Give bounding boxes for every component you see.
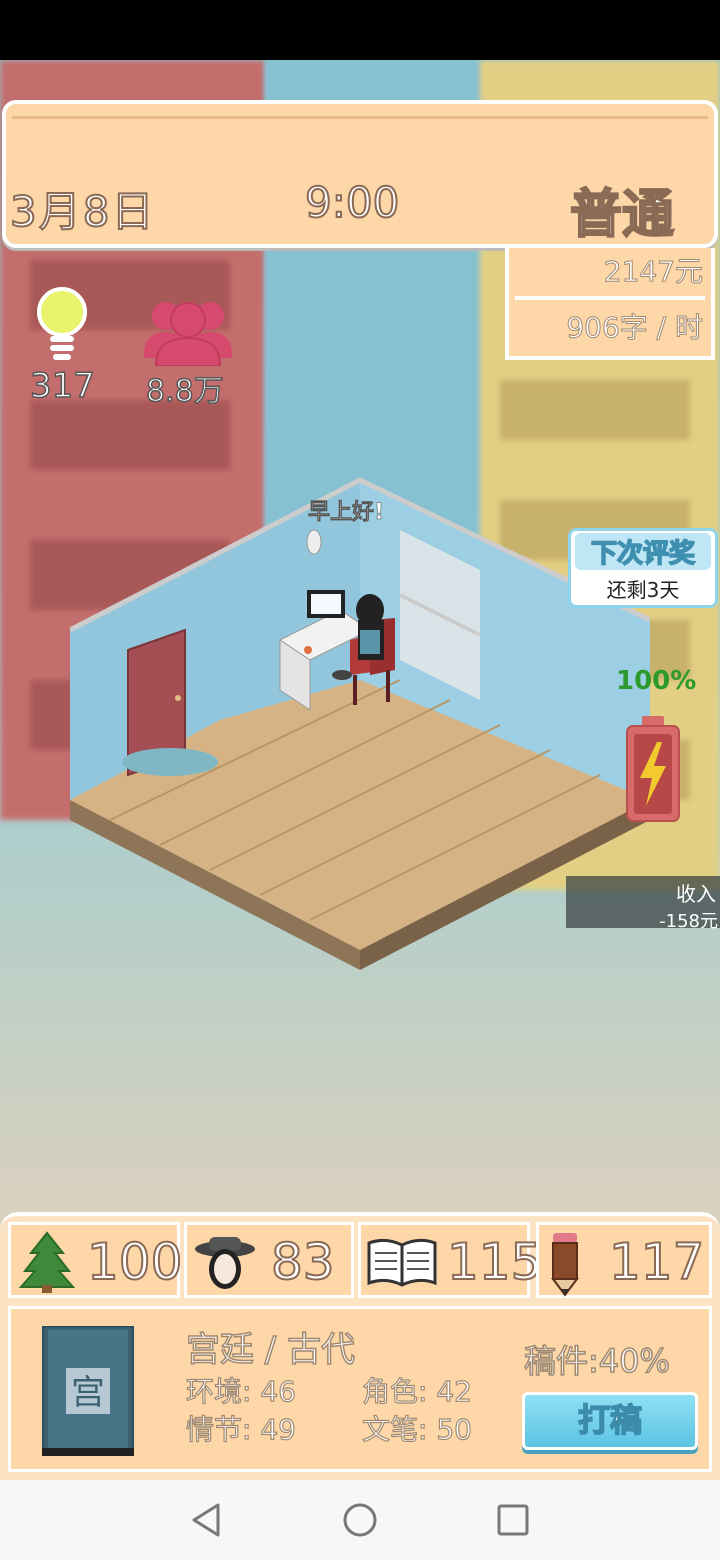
battery-icon [626,716,680,822]
stat-writing-value: 117 [608,1232,705,1292]
tree-icon [18,1231,76,1293]
income-value: -158元 [659,911,718,932]
fans-value: 8.8万 [145,373,224,410]
home-icon[interactable] [342,1502,378,1538]
status-bar [0,0,720,60]
income-panel: 收入 -158元 [566,876,720,932]
stat-character: 83 [184,1222,354,1298]
stat-character-value: 83 [270,1232,336,1292]
date-label: 3月8日 [9,186,156,237]
time-label: 9:00 [304,177,400,228]
income-label: 收入 [676,882,716,906]
recents-icon[interactable] [496,1503,530,1537]
writing-speed-label: 906字 / 时 [566,311,704,345]
ideas-value: 317 [29,365,95,407]
stat-plot: 115 [358,1222,543,1298]
book-open-icon [367,1238,437,1287]
character-icon [195,1237,255,1289]
fans-icon [144,302,232,366]
book-cover-glyph: 宫 [71,1373,105,1413]
pencil-icon [551,1233,579,1297]
system-nav-bar [0,1480,720,1560]
stat-environment: 100 [8,1222,183,1298]
isometric-room[interactable] [70,470,650,970]
novel-style: 文笔: 50 [361,1412,472,1446]
draft-button[interactable]: 打稿 [522,1392,698,1450]
next-award-panel[interactable]: 下次评奖 还剩3天 [568,528,718,608]
novel-character: 角色: 42 [361,1374,472,1408]
manuscript-progress: 稿件:40% [523,1341,670,1381]
stat-writing: 117 [536,1222,712,1298]
money-label: 2147元 [603,255,703,289]
stat-environment-value: 100 [86,1232,183,1292]
lightbulb-icon [37,287,87,360]
finance-panel: 2147元 906字 / 时 [505,248,715,360]
novel-genre: 宫廷 / 古代 [185,1329,356,1371]
greeting-bubble: 早上好! [308,500,385,526]
award-title: 下次评奖 [575,533,711,570]
difficulty-label: 普通 [569,184,675,246]
award-remaining: 还剩3天 [606,578,680,602]
novel-environment: 环境: 46 [185,1374,296,1408]
novel-plot: 情节: 49 [185,1412,296,1446]
energy-percent: 100% [616,666,697,696]
book-cover-icon[interactable]: 宫 [42,1326,134,1456]
stat-plot-value: 115 [446,1232,543,1292]
back-icon[interactable] [190,1502,222,1538]
